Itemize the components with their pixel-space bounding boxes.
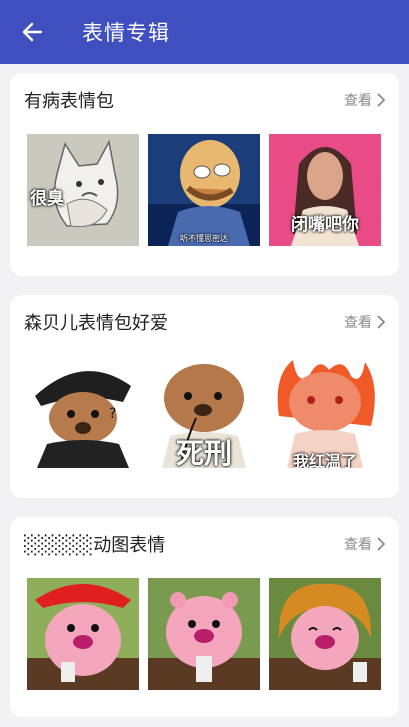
album-title: 有病表情包 (24, 91, 114, 112)
chevron-right-icon (377, 93, 385, 107)
sticker-thumbnail[interactable] (148, 578, 260, 690)
police-bear-sticker-image: ? (27, 356, 139, 468)
loopy-red-hat-sticker-image (27, 578, 139, 690)
sticker-thumbnail[interactable]: ? (27, 356, 139, 468)
album-card: 有病表情包 查看 很臭 听不懂思密达 闭嘴吧你 (10, 73, 399, 276)
sticker-thumbnail[interactable]: 我红温了 (269, 356, 381, 468)
arrow-left-icon (22, 22, 43, 42)
loopy-wig-sticker-image (269, 578, 381, 690)
view-more-button[interactable]: 查看 (344, 312, 385, 332)
sticker-caption: 很臭 (30, 189, 64, 209)
sticker-thumbnail[interactable] (27, 578, 139, 690)
svg-text:?: ? (109, 406, 116, 422)
sticker-thumbnail[interactable]: 死刑 (148, 356, 260, 468)
chevron-right-icon (377, 537, 385, 551)
sticker-caption: 我红温了 (292, 452, 357, 468)
app-bar: 表情专辑 (0, 0, 409, 64)
chevron-right-icon (377, 315, 385, 329)
bald-man-sticker-image (148, 134, 260, 246)
album-title: 森贝儿表情包好爱 (24, 313, 168, 334)
view-more-label: 查看 (344, 315, 372, 331)
view-more-button[interactable]: 查看 (344, 90, 385, 110)
sticker-thumbnail[interactable]: 闭嘴吧你 (269, 134, 381, 246)
album-card: ░░░░░动图表情 查看 (10, 517, 399, 717)
sticker-caption: 听不懂思密达 (180, 234, 228, 243)
sticker-thumbnail[interactable] (269, 578, 381, 690)
album-card: 森贝儿表情包好爱 查看 ? 死刑 我红温了 (10, 295, 399, 498)
sticker-caption: 闭嘴吧你 (291, 215, 359, 235)
sticker-caption: 死刑 (175, 437, 232, 468)
album-title: ░░░░░动图表情 (24, 535, 166, 556)
loopy-phone-sticker-image (148, 578, 260, 690)
view-more-label: 查看 (344, 537, 372, 553)
sticker-thumbnail[interactable]: 很臭 (27, 134, 139, 246)
back-button[interactable] (0, 0, 64, 64)
view-more-label: 查看 (344, 93, 372, 109)
sticker-thumbnail[interactable]: 听不懂思密达 (148, 134, 260, 246)
page-title: 表情专辑 (82, 21, 170, 45)
view-more-button[interactable]: 查看 (344, 534, 385, 554)
